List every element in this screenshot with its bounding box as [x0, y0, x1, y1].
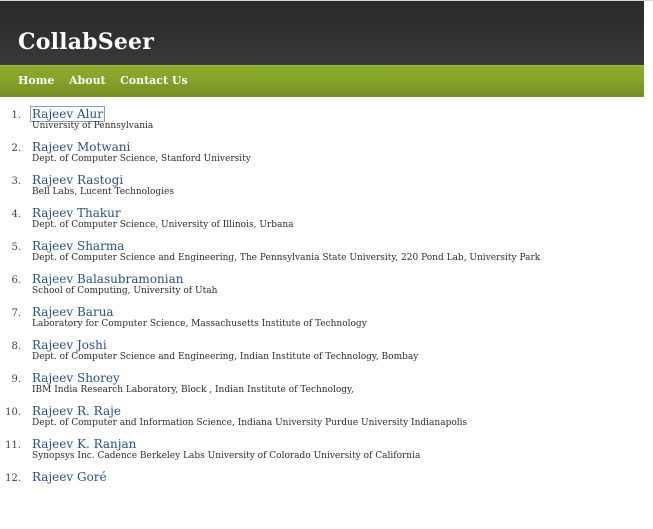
result-item: 1. Rajeev Alur University of Pennsylvani…: [0, 106, 644, 140]
result-item: 8. Rajeev Joshi Dept. of Computer Scienc…: [0, 338, 644, 371]
result-item: 2. Rajeev Motwani Dept. of Computer Scie…: [0, 140, 644, 173]
author-affiliation: Dept. of Computer Science, Stanford Univ…: [32, 154, 251, 164]
author-affiliation: School of Computing, University of Utah: [32, 286, 218, 296]
result-number: 3.: [11, 176, 21, 187]
result-item: 9. Rajeev Shorey IBM India Research Labo…: [0, 371, 644, 404]
author-affiliation: University of Pennsylvania: [32, 121, 154, 131]
author-name-link[interactable]: Rajeev Goré: [31, 470, 108, 484]
result-item: 3. Rajeev Rastogi Bell Labs, Lucent Tech…: [0, 173, 644, 206]
result-number: 9.: [11, 374, 21, 385]
author-affiliation: IBM India Research Laboratory, Block , I…: [32, 385, 354, 395]
nav-home-link[interactable]: Home: [18, 75, 54, 86]
result-number: 11.: [5, 440, 21, 451]
main-navigation: Home About Contact Us: [0, 65, 644, 97]
result-number: 1.: [11, 110, 21, 121]
author-affiliation: Dept. of Computer and Information Scienc…: [32, 418, 468, 428]
site-header: CollabSeer: [0, 1, 644, 65]
result-number: 12.: [5, 473, 21, 484]
author-affiliation: Laboratory for Computer Science, Massach…: [32, 319, 367, 329]
result-item: 5. Rajeev Sharma Dept. of Computer Scien…: [0, 239, 644, 272]
author-name-link[interactable]: Rajeev Shorey: [31, 371, 121, 385]
author-name-link[interactable]: Rajeev K. Ranjan: [31, 437, 137, 451]
result-number: 10.: [5, 407, 21, 418]
result-number: 7.: [11, 308, 21, 319]
result-item: 11. Rajeev K. Ranjan Synopsys Inc. Caden…: [0, 437, 644, 470]
author-name-link[interactable]: Rajeev Thakur: [31, 206, 122, 220]
author-affiliation: Synopsys Inc. Cadence Berkeley Labs Univ…: [32, 451, 421, 461]
author-affiliation: Dept. of Computer Science, University of…: [32, 220, 294, 230]
result-item: 4. Rajeev Thakur Dept. of Computer Scien…: [0, 206, 644, 239]
author-results-list: 1. Rajeev Alur University of Pennsylvani…: [0, 106, 644, 503]
author-name-link[interactable]: Rajeev Joshi: [31, 338, 108, 352]
result-item: 12. Rajeev Goré: [0, 470, 644, 503]
author-affiliation: Dept. of Computer Science and Engineerin…: [32, 253, 541, 263]
result-number: 2.: [11, 143, 21, 154]
nav-about-link[interactable]: About: [69, 75, 106, 86]
author-affiliation: Bell Labs, Lucent Technologies: [32, 187, 174, 197]
author-name-link[interactable]: Rajeev Barua: [31, 305, 115, 319]
result-item: 7. Rajeev Barua Laboratory for Computer …: [0, 305, 644, 338]
nav-contact-link[interactable]: Contact Us: [120, 75, 188, 86]
result-number: 4.: [11, 209, 21, 220]
result-number: 8.: [11, 341, 21, 352]
author-name-link[interactable]: Rajeev R. Raje: [31, 404, 122, 418]
result-item: 10. Rajeev R. Raje Dept. of Computer and…: [0, 404, 644, 437]
author-name-link[interactable]: Rajeev Motwani: [31, 140, 131, 154]
site-logo: CollabSeer: [18, 29, 155, 55]
result-number: 6.: [11, 275, 21, 286]
result-item: 6. Rajeev Balasubramonian School of Comp…: [0, 272, 644, 305]
author-name-link[interactable]: Rajeev Alur: [30, 106, 105, 122]
author-name-link[interactable]: Rajeev Sharma: [31, 239, 125, 253]
author-name-link[interactable]: Rajeev Balasubramonian: [31, 272, 184, 286]
author-name-link[interactable]: Rajeev Rastogi: [31, 173, 124, 187]
author-affiliation: Dept. of Computer Science and Engineerin…: [32, 352, 419, 362]
result-number: 5.: [11, 242, 21, 253]
